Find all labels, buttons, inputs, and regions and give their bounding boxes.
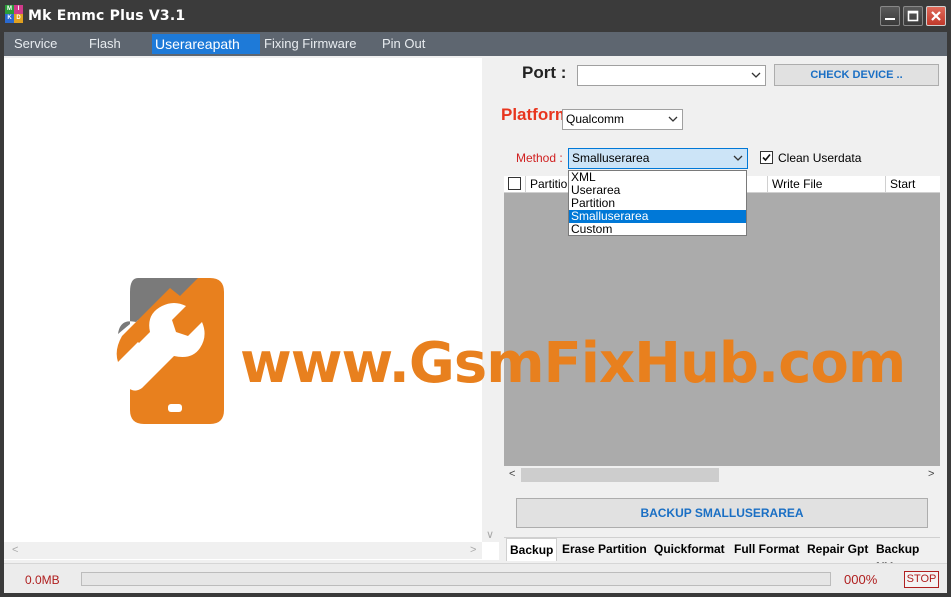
app-icon-letter: K (5, 14, 14, 23)
method-label: Method : (516, 151, 563, 165)
log-horizontal-scrollbar[interactable]: < > (4, 542, 482, 559)
menu-bar: Service Flash Userareapath Fixing Firmwa… (4, 32, 947, 56)
stop-button[interactable]: STOP (904, 571, 939, 588)
tab-quickformat[interactable]: Quickformat (651, 540, 728, 560)
chevron-down-icon (733, 155, 743, 161)
menu-service[interactable]: Service (12, 34, 59, 54)
select-all-checkbox[interactable] (508, 177, 521, 190)
action-tabs: Backup Erase Partition Quickformat Full … (504, 537, 940, 574)
scrollbar-thumb[interactable] (521, 468, 719, 482)
close-icon (931, 11, 941, 21)
window-title: Mk Emmc Plus V3.1 (28, 8, 186, 24)
backup-smalluserarea-button[interactable]: BACKUP SMALLUSERAREA (516, 498, 928, 528)
method-option-custom[interactable]: Custom (569, 223, 746, 236)
main-panel: ∨ < > Port : CHECK DEVICE .. Platform Qu… (4, 56, 947, 593)
status-size: 0.0MB (25, 573, 60, 587)
app-icon-letter: M (5, 5, 14, 14)
maximize-icon (907, 10, 919, 22)
minimize-icon (885, 18, 895, 20)
progress-bar (81, 572, 831, 586)
title-bar: M I K D Mk Emmc Plus V3.1 (0, 0, 951, 32)
checkmark-icon (762, 153, 771, 162)
scroll-down-icon[interactable]: ∨ (486, 528, 494, 541)
port-select[interactable] (577, 65, 766, 86)
tab-full-format[interactable]: Full Format (731, 540, 802, 560)
platform-value: Qualcomm (566, 112, 625, 126)
tab-erase-partition[interactable]: Erase Partition (559, 540, 650, 560)
column-header-write-file[interactable]: Write File (768, 176, 886, 193)
close-button[interactable] (926, 6, 946, 26)
menu-pin-out[interactable]: Pin Out (380, 34, 427, 54)
select-all-column (504, 176, 526, 193)
platform-label: Platform (501, 105, 570, 124)
tab-backup-nv[interactable]: Backup NV (873, 540, 940, 574)
app-icon-letter: I (14, 5, 23, 14)
partition-horizontal-scrollbar[interactable]: < > (504, 466, 940, 484)
platform-select[interactable]: Qualcomm (562, 109, 683, 130)
clean-userdata-label: Clean Userdata (778, 151, 862, 165)
scroll-right-icon[interactable]: > (928, 468, 934, 480)
log-output[interactable] (4, 58, 499, 560)
port-label: Port : (522, 63, 567, 82)
clean-userdata-checkbox[interactable] (760, 151, 773, 164)
app-icon-letter: D (14, 14, 23, 23)
log-vertical-scrollbar[interactable]: ∨ (482, 58, 499, 542)
minimize-button[interactable] (880, 6, 900, 26)
scroll-left-icon[interactable]: < (509, 468, 515, 480)
menu-fixing-firmware[interactable]: Fixing Firmware (262, 34, 358, 54)
tab-backup[interactable]: Backup (506, 538, 558, 561)
menu-userareapath[interactable]: Userareapath (152, 34, 260, 54)
method-select[interactable]: Smalluserarea (568, 148, 748, 169)
app-icon: M I K D (5, 5, 23, 23)
tab-repair-gpt[interactable]: Repair Gpt (804, 540, 871, 560)
maximize-button[interactable] (903, 6, 923, 26)
chevron-down-icon (668, 116, 678, 122)
scroll-left-icon[interactable]: < (12, 544, 18, 556)
check-device-button[interactable]: CHECK DEVICE .. (774, 64, 939, 86)
method-dropdown-list[interactable]: XML Userarea Partition Smalluserarea Cus… (568, 170, 747, 236)
menu-flash[interactable]: Flash (87, 34, 123, 54)
column-header-start[interactable]: Start (886, 176, 940, 193)
status-bar: 0.0MB 000% STOP (4, 563, 947, 593)
status-percent: 000% (844, 572, 878, 587)
scroll-right-icon[interactable]: > (470, 544, 476, 556)
method-value: Smalluserarea (572, 151, 650, 165)
chevron-down-icon (751, 72, 761, 78)
